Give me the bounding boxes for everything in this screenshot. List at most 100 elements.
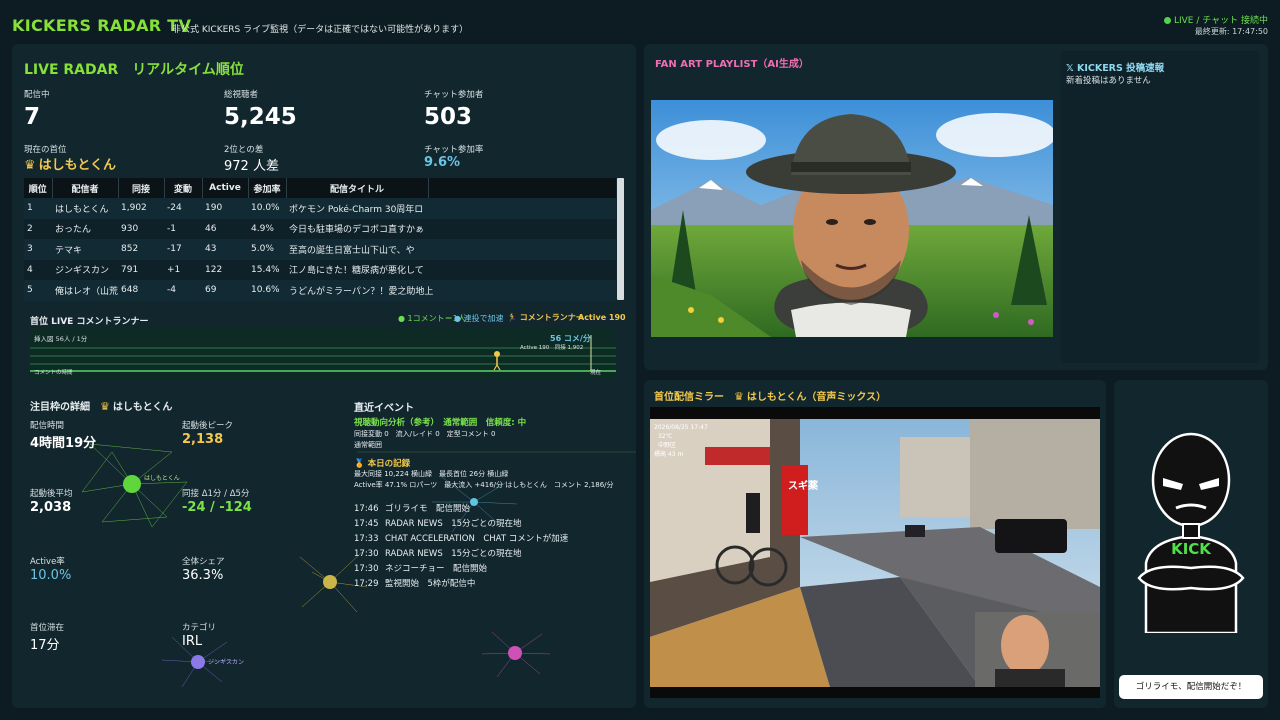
col-active[interactable]: Active [202,178,249,198]
last-update: 最終更新: 17:47:50 [1194,27,1268,36]
table-row[interactable]: 2 おったん 930 -1 46 4.9% 今日も駐車場のデコボコ直すかぁ [24,218,616,239]
table-cell: 122 [202,259,249,280]
table-cell: -4 [164,280,203,301]
event-item: 17:30 RADAR NEWS 15分ごとの現在地 [354,547,568,562]
runner-left-label: 挿入図 56人 / 1分 [34,335,88,343]
table-cell: 10.6% [248,280,287,301]
category-value: IRL [182,634,203,649]
col-rate[interactable]: 参加率 [248,178,287,198]
table-cell: -1 [164,218,203,239]
table-cell: 1 [24,198,52,219]
table-cell: 791 [118,259,165,280]
table-cell: はしもとくん [52,198,119,219]
mirror-streamer-name: はしもとくん（音声ミックス） [746,392,887,403]
table-row[interactable]: 1 はしもとくん 1,902 -24 190 10.0% ポケモン Poké-Charm 3… [24,198,616,219]
table-scrollbar[interactable] [617,178,624,300]
legend-blue-text: 連投で加速 [463,314,504,323]
crown-icon: ♛ [24,158,36,173]
table-cell: 至高の誕生日富士山下山で、や [286,239,616,260]
runner-track-svg [30,335,616,372]
streaming-label: 配信中 [24,90,50,100]
fanart-image[interactable] [651,100,1053,337]
event-time: 17:30 [354,564,379,574]
avg-label: 起動後平均 [30,489,73,499]
record-line-1: 最大同接 10,224 横山緑 最長首位 26分 横山緑 [354,470,509,478]
x-feed-title: 𝕏 KICKERS 投稿速報 [1066,63,1165,74]
event-text: RADAR NEWS 15分ごとの現在地 [385,549,522,559]
fanart-panel: FAN ART PLAYLIST（AI生成） 𝕏 KICKERS 投稿速報 新着… [644,44,1268,370]
table-cell: 46 [202,218,249,239]
record-title-text: 本日の記録 [367,459,411,469]
table-cell: おったん [52,218,119,239]
mascot-speech-bubble: ゴリライモ、配信開始だぞ！ [1119,675,1263,699]
x-feed-panel: 𝕏 KICKERS 投稿速報 新着投稿はありません [1061,51,1259,363]
table-cell: 1,902 [118,198,165,219]
event-time: 17:29 [354,579,379,589]
event-item: 17:45 RADAR NEWS 15分ごとの現在地 [354,517,568,532]
runner-legend-blue: ● 連投で加速 [454,313,504,324]
table-row[interactable]: 4 ジンギスカン 791 +1 122 15.4% 江ノ島にきた！糖尿病が悪化して [24,259,616,280]
col-title[interactable]: 配信タイトル [286,178,429,198]
table-cell: 今日も駐車場のデコボコ直すかぁ [286,218,616,239]
duration-value: 4時間19分 [30,436,97,451]
top-stay-label: 首位滞在 [30,623,65,633]
table-cell: ポケモン Poké-Charm 30周年ロ [286,198,616,219]
mirror-title: 首位配信ミラー ♛ はしもとくん（音声ミックス） [654,388,886,403]
event-text: CHAT ACCELERATION CHAT コメントが加速 [385,534,569,544]
delta-label: 同接 Δ1分 / Δ5分 [182,489,250,499]
event-time: 17:45 [354,519,379,529]
analysis-stats-1: 同接変動 0 流入/レイド 0 定型コメント 0 [354,430,496,438]
runner-legend-active: Active 190 [578,313,626,322]
table-cell: 4 [24,259,52,280]
share-label: 全体シェア [182,557,225,567]
detail-name: はしもとくん [112,402,173,413]
mascot-panel: KICK ゴリライモ、配信開始だぞ！ [1114,380,1268,708]
mirror-video[interactable]: スギ薬 2026/08/25 17:47 32℃ 中野区 標高 43 m [650,407,1100,698]
app-subtitle: 非公式 KICKERS ライブ監視（データは正確ではない可能性があります） [172,25,469,35]
table-cell: テマキ [52,239,119,260]
peak-value: 2,138 [182,432,224,447]
store-sign-text: スギ薬 [788,479,819,492]
col-streamer[interactable]: 配信者 [52,178,119,198]
viewers-label: 総視聴者 [224,90,259,100]
blue-dot-icon: ● [454,314,461,323]
table-cell: +1 [164,259,203,280]
col-spacer [428,178,616,198]
col-change[interactable]: 変動 [164,178,203,198]
table-cell: 10.0% [248,198,287,219]
table-cell: ジンギスカン [52,259,119,280]
table-cell: 5.0% [248,239,287,260]
table-cell: 648 [118,280,165,301]
radar-title: LIVE RADAR リアルタイム順位 [24,62,244,78]
table-cell: 4.9% [248,218,287,239]
table-row[interactable]: 3 テマキ 852 -17 43 5.0% 至高の誕生日富士山下山で、や [24,239,616,260]
gap-value: 972 人差 [224,159,279,174]
share-value: 36.3% [182,568,224,583]
col-viewers[interactable]: 同接 [118,178,165,198]
event-list: 17:46 ゴリライモ 配信開始 17:45 RADAR NEWS 15分ごとの現在… [354,502,568,592]
radar-panel: LIVE RADAR リアルタイム順位 配信中 7 総視聴者 5,245 チャッ… [12,44,636,708]
table-cell: -24 [164,198,203,219]
duration-label: 配信時間 [30,421,65,431]
record-title: 🏅 本日の記録 [354,457,410,469]
medal-icon: 🏅 [354,459,365,469]
analysis-line: 視聴動向分析（参考） 通常範囲 信頼度: 中 [354,418,527,428]
event-time: 17:46 [354,504,379,514]
chat-rate-label: チャット参加率 [424,145,484,155]
chatters-count: 503 [424,104,473,130]
top-stay-value: 17分 [30,638,60,653]
runner-rate-sub: Active 190 同接 1,902 [520,345,584,351]
col-rank[interactable]: 順位 [24,178,53,198]
fanart-title: FAN ART PLAYLIST（AI生成） [655,59,809,70]
viewers-count: 5,245 [224,104,297,130]
table-row[interactable]: 5 俺はレオ（山荒 648 -4 69 10.6% うどんがミラーパン？！愛之助地上 [24,280,616,301]
mirror-crown-icon: ♛ [734,390,744,403]
green-dot-icon: ● [398,314,405,323]
event-text: RADAR NEWS 15分ごとの現在地 [385,519,522,529]
event-time: 17:33 [354,534,379,544]
event-item: 17:33 CHAT ACCELERATION CHAT コメントが加速 [354,532,568,547]
streaming-count: 7 [24,104,41,130]
chat-rate-value: 9.6% [424,155,461,170]
mirror-panel: 首位配信ミラー ♛ はしもとくん（音声ミックス） スギ薬 2026/08/25 … [644,380,1106,708]
table-cell: 2 [24,218,52,239]
